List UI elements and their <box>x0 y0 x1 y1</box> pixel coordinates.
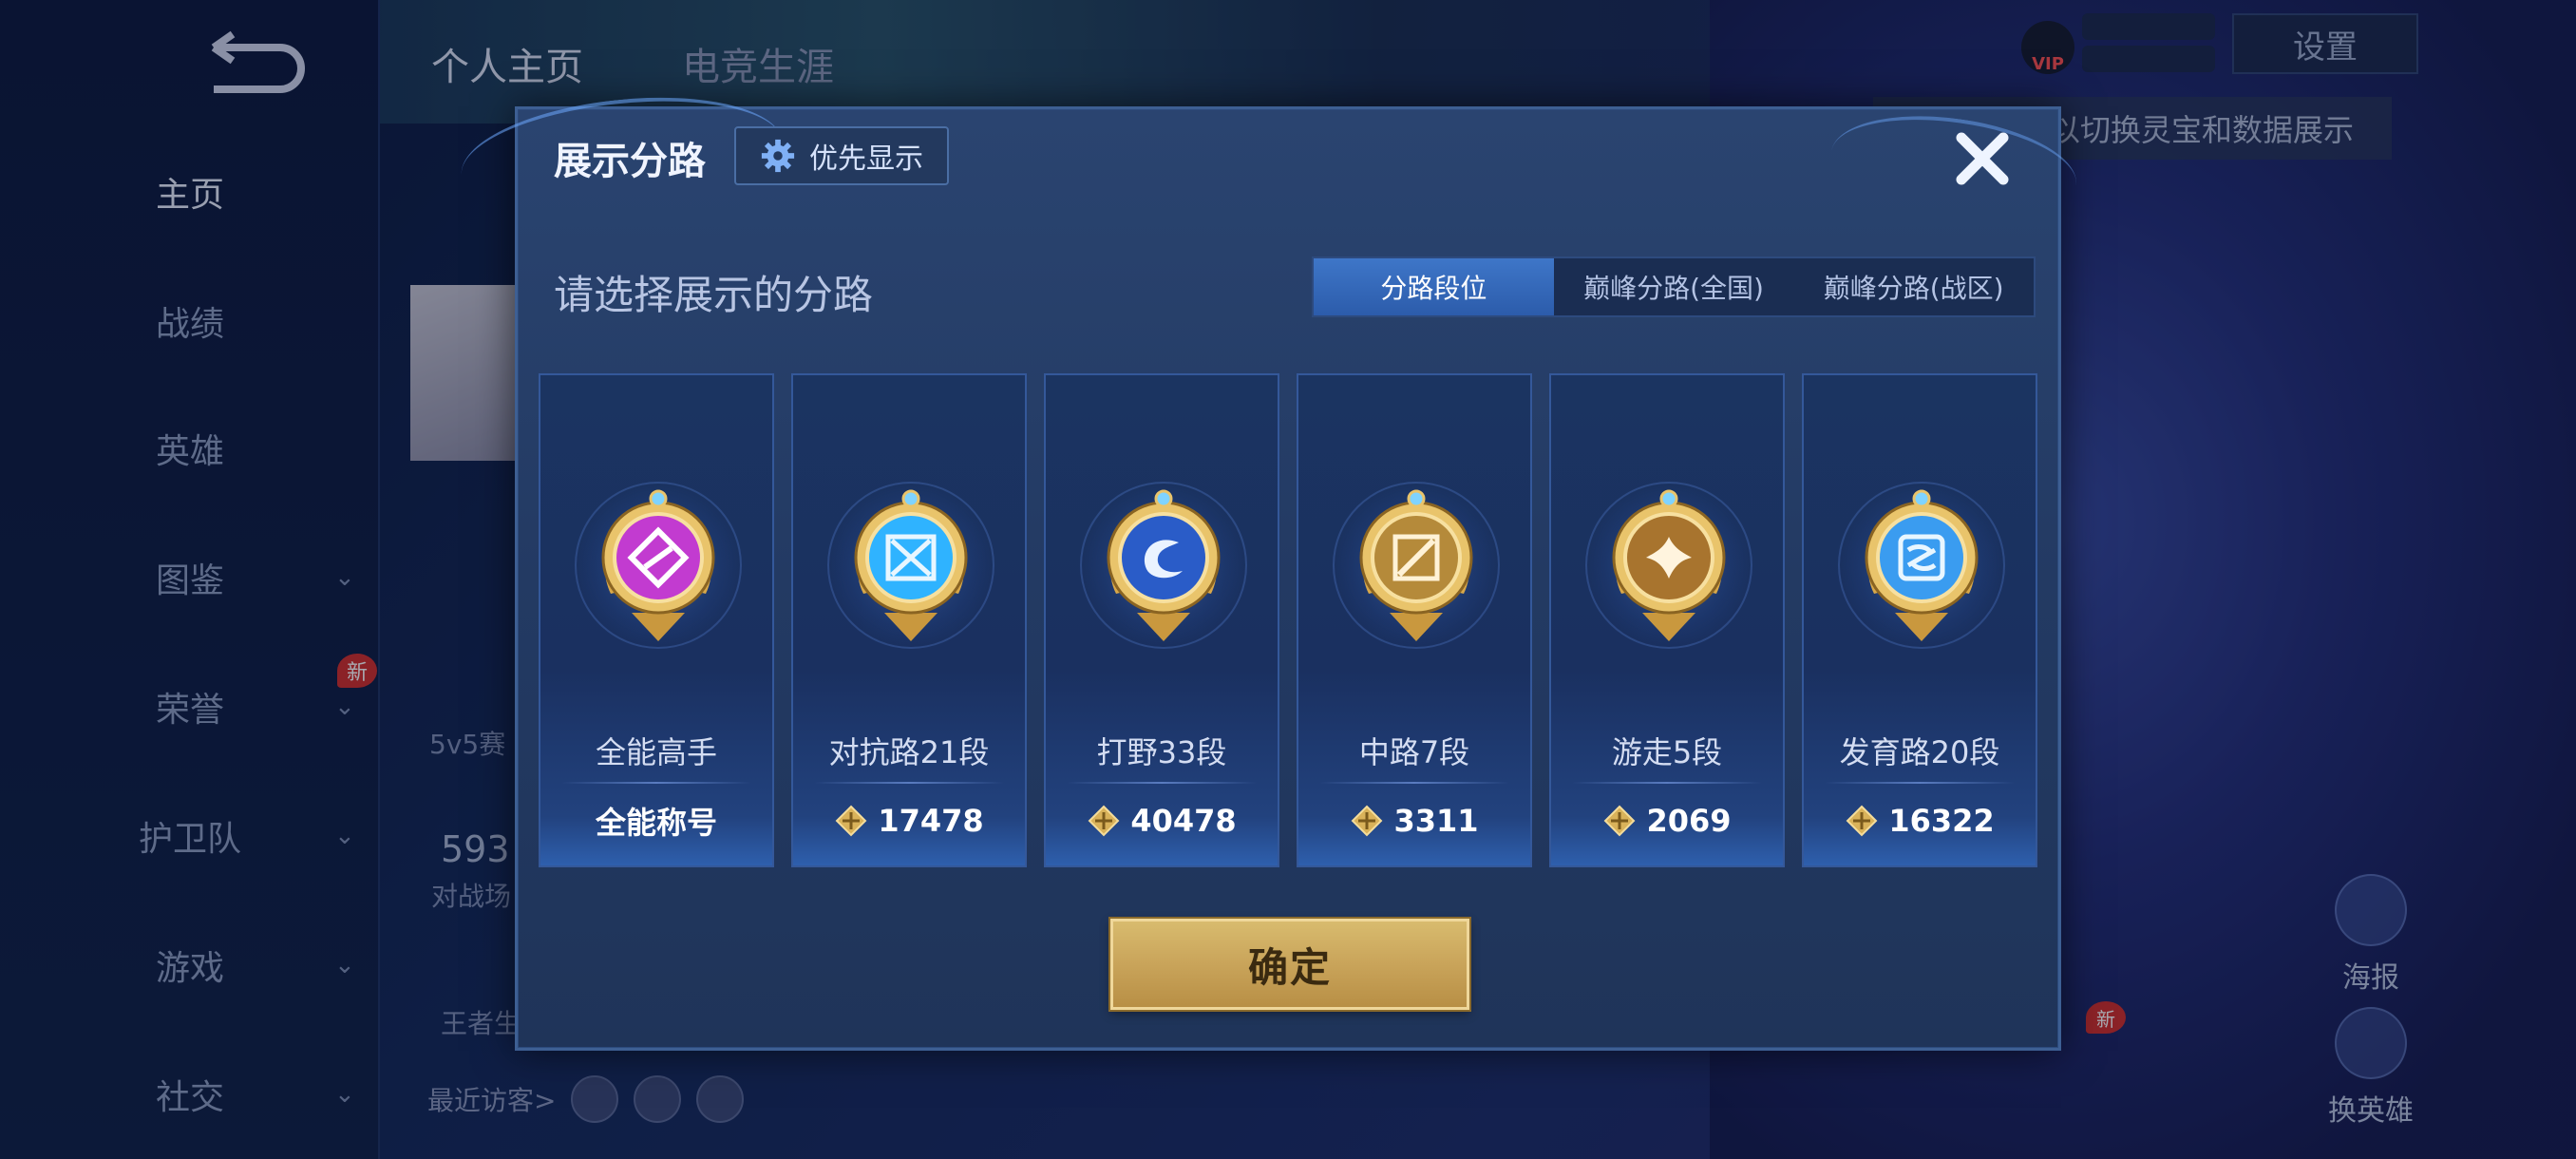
tab-peak-lane-national[interactable]: 巅峰分路(全国) <box>1554 258 1794 315</box>
lane-card[interactable]: 全能高手 全能称号 <box>539 373 774 867</box>
lane-name: 游走5段 <box>1611 734 1723 770</box>
lane-score: 3311 <box>1298 797 1530 845</box>
close-button[interactable] <box>1946 123 2018 195</box>
lane-score-value: 3311 <box>1393 803 1479 839</box>
lane-name: 全能高手 <box>595 734 717 770</box>
divider <box>1067 782 1257 784</box>
gear-icon <box>761 139 795 173</box>
jungle-emblem-icon <box>1107 489 1221 641</box>
tab-lane-rank[interactable]: 分路段位 <box>1314 258 1554 315</box>
select-lane-prompt: 请选择展示的分路 <box>554 272 874 318</box>
lane-score: 2069 <box>1551 797 1783 845</box>
lane-score: 全能称号 <box>540 797 772 845</box>
close-icon <box>1956 132 2009 185</box>
priority-display-button[interactable]: 优先显示 <box>734 126 949 185</box>
lane-score: 40478 <box>1046 797 1278 845</box>
lane-card[interactable]: 打野33段 40478 <box>1044 373 1279 867</box>
lane-score-value: 2069 <box>1646 803 1732 839</box>
lane-score: 16322 <box>1804 797 2036 845</box>
divider <box>1825 782 2015 784</box>
divider <box>814 782 1004 784</box>
lane-name: 发育路20段 <box>1839 734 2000 770</box>
lane-card[interactable]: 发育路20段 16322 <box>1802 373 2037 867</box>
rank-points-icon <box>1846 805 1878 837</box>
lane-score: 17478 <box>793 797 1025 845</box>
tab-peak-lane-region[interactable]: 巅峰分路(战区) <box>1793 258 2034 315</box>
rank-points-icon <box>1352 805 1383 837</box>
priority-display-label: 优先显示 <box>809 142 923 176</box>
lane-score-value: 40478 <box>1130 803 1237 839</box>
lane-card[interactable]: 对抗路21段 17478 <box>791 373 1027 867</box>
lane-tabs: 分路段位 巅峰分路(全国) 巅峰分路(战区) <box>1312 256 2036 317</box>
lane-card[interactable]: 游走5段 2069 <box>1549 373 1785 867</box>
divider <box>561 782 751 784</box>
lane-card[interactable]: 中路7段 3311 <box>1297 373 1532 867</box>
clash-lane-emblem-icon <box>854 489 968 641</box>
all-round-emblem-icon <box>601 489 715 641</box>
confirm-button[interactable]: 确定 <box>1110 919 1469 1010</box>
lane-card-list: 全能高手 全能称号 对抗路21段 17478 打野33段 40478 中路7段 3311 游走5… <box>539 373 2039 867</box>
mid-lane-emblem-icon <box>1359 489 1473 641</box>
lane-display-dialog: 展示分路 优先显示 请选择展示的分路 分路段位 巅峰分路(全国) 巅峰分路(战区… <box>515 106 2061 1051</box>
confirm-label: 确定 <box>1247 943 1332 991</box>
lane-name: 打野33段 <box>1096 734 1227 770</box>
divider <box>1572 782 1762 784</box>
lane-score-value: 全能称号 <box>595 805 717 841</box>
divider <box>1319 782 1509 784</box>
roam-emblem-icon <box>1612 489 1726 641</box>
rank-points-icon <box>1604 805 1636 837</box>
rank-points-icon <box>1088 805 1120 837</box>
lane-score-value: 17478 <box>878 803 984 839</box>
rank-points-icon <box>835 805 867 837</box>
dialog-title: 展示分路 <box>554 140 706 183</box>
lane-score-value: 16322 <box>1888 803 1995 839</box>
farm-lane-emblem-icon <box>1865 489 1979 641</box>
lane-name: 中路7段 <box>1358 734 1470 770</box>
lane-name: 对抗路21段 <box>828 734 990 770</box>
